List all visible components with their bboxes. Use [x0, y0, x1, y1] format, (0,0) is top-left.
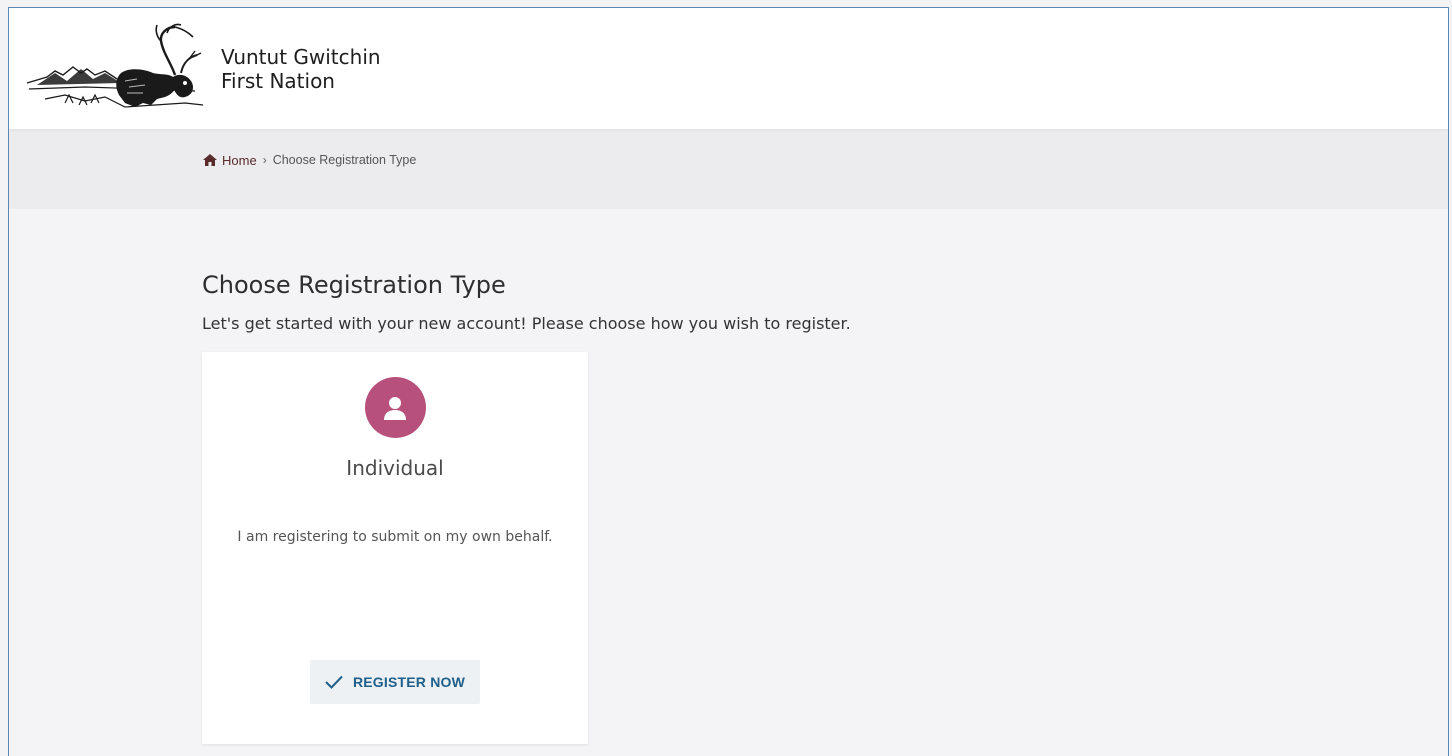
page-subtitle: Let's get started with your new account!… [202, 314, 851, 333]
breadcrumb-bar: Home › Choose Registration Type [9, 129, 1448, 209]
breadcrumb-separator-icon: › [262, 153, 267, 167]
breadcrumb-current: Choose Registration Type [272, 153, 417, 167]
caribou-logo-icon[interactable] [25, 23, 207, 115]
card-description: I am registering to submit on my own beh… [237, 529, 553, 545]
breadcrumb-home-link[interactable]: Home [203, 153, 257, 168]
app-frame: Vuntut Gwitchin First Nation Home › Choo… [8, 7, 1449, 756]
home-icon [203, 154, 217, 166]
avatar [364, 377, 426, 438]
logo-text[interactable]: Vuntut Gwitchin First Nation [221, 45, 381, 93]
main-content: Choose Registration Type Let's get start… [9, 209, 1448, 744]
checkmark-icon [325, 675, 343, 689]
person-icon [384, 396, 406, 420]
logo-line2: First Nation [221, 68, 335, 93]
site-header: Vuntut Gwitchin First Nation [9, 8, 1448, 129]
breadcrumb-home-label: Home [222, 152, 257, 168]
card-title: Individual [346, 456, 444, 480]
page-title: Choose Registration Type [202, 271, 506, 299]
breadcrumb: Home › Choose Registration Type [203, 153, 416, 168]
register-now-label: REGISTER NOW [352, 674, 466, 690]
registration-card-individual[interactable]: Individual I am registering to submit on… [202, 352, 588, 744]
register-now-button[interactable]: REGISTER NOW [310, 660, 480, 704]
logo-line1: Vuntut Gwitchin [221, 44, 381, 69]
